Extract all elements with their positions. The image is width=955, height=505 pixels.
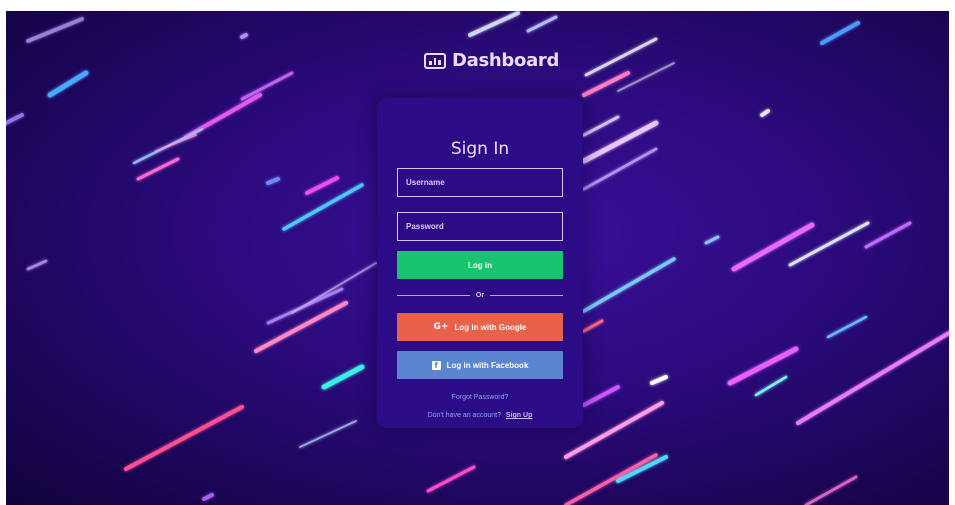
brand-title: Dashboard xyxy=(452,50,560,71)
sign-in-card: Sign In Log in Or G+ Log in with Google … xyxy=(377,98,583,428)
sign-up-link[interactable]: Sign Up xyxy=(506,412,532,419)
login-button[interactable]: Log in xyxy=(397,251,563,279)
facebook-icon: f xyxy=(431,360,441,370)
or-divider: Or xyxy=(397,292,564,299)
login-page: Dashboard Sign In Log in Or G+ Log in wi… xyxy=(6,11,949,505)
facebook-login-button[interactable]: f Log in with Facebook xyxy=(397,351,563,379)
dashboard-icon xyxy=(424,52,446,69)
password-input[interactable] xyxy=(397,212,563,241)
brand-logo: Dashboard xyxy=(424,50,559,71)
google-login-label: Log in with Google xyxy=(454,322,527,332)
forgot-password-link[interactable]: Forgot Password? xyxy=(377,394,583,401)
divider-label: Or xyxy=(475,292,485,299)
facebook-login-label: Log in with Facebook xyxy=(446,360,529,370)
login-button-label: Log in xyxy=(468,260,492,270)
no-account-text: Don't have an account? xyxy=(427,412,501,419)
username-input[interactable] xyxy=(397,168,563,197)
google-login-button[interactable]: G+ Log in with Google xyxy=(397,313,563,341)
signup-prompt: Don't have an account? Sign Up xyxy=(377,412,583,419)
divider-line-left xyxy=(397,295,470,296)
google-plus-icon: G+ xyxy=(433,322,449,332)
sign-in-title: Sign In xyxy=(450,139,510,159)
divider-line-right xyxy=(490,295,564,296)
